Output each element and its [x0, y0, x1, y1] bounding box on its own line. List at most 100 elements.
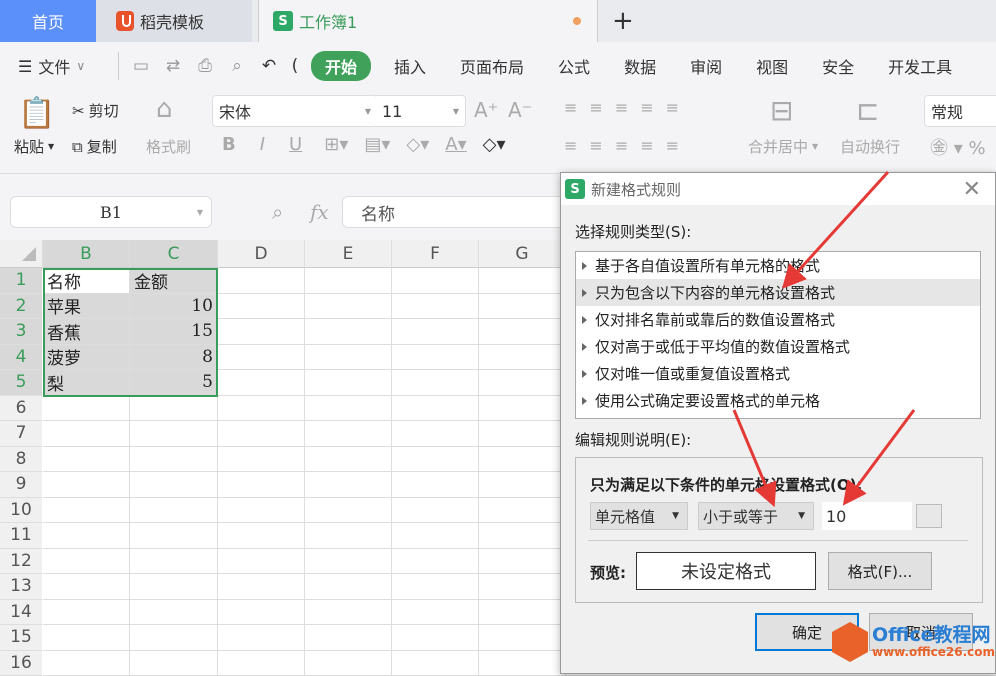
cell[interactable] — [305, 370, 392, 396]
cell[interactable] — [43, 472, 130, 498]
cell[interactable] — [479, 396, 566, 422]
cell[interactable] — [218, 651, 305, 676]
cell[interactable] — [43, 549, 130, 575]
cell[interactable] — [305, 600, 392, 626]
wrap-text-button[interactable]: 自动换行 — [840, 136, 900, 157]
cell[interactable] — [218, 549, 305, 575]
cell[interactable] — [130, 498, 218, 524]
cell[interactable] — [130, 472, 218, 498]
select-all-corner[interactable] — [0, 240, 43, 268]
cell[interactable] — [392, 319, 479, 345]
cell[interactable] — [479, 370, 566, 396]
cell[interactable]: 5 — [130, 370, 218, 396]
cell[interactable]: 15 — [130, 319, 218, 345]
rule-type-item[interactable]: 使用公式确定要设置格式的单元格 — [576, 387, 980, 414]
cell[interactable] — [218, 523, 305, 549]
fill-color-icon[interactable]: ◇▾ — [406, 134, 429, 155]
cell[interactable] — [305, 447, 392, 473]
row-header[interactable]: 8 — [0, 447, 42, 473]
close-icon[interactable]: ✕ — [963, 177, 981, 202]
print-preview-icon[interactable]: ⌕ — [226, 55, 248, 77]
cell[interactable] — [392, 651, 479, 676]
cell[interactable] — [305, 319, 392, 345]
print-icon[interactable]: ⎙ — [194, 55, 216, 77]
file-menu[interactable]: ☰ 文件 ∨ — [0, 54, 112, 78]
vertical-align-icons[interactable]: ≡≡≡≡≡ — [564, 98, 691, 117]
cell[interactable] — [305, 523, 392, 549]
cell[interactable] — [218, 268, 305, 294]
cell[interactable]: 10 — [130, 294, 218, 320]
row-header[interactable]: 7 — [0, 421, 42, 447]
cell[interactable] — [43, 523, 130, 549]
row-header[interactable]: 16 — [0, 651, 42, 676]
cell[interactable] — [392, 523, 479, 549]
zoom-lookup-icon[interactable]: ⌕ — [272, 200, 283, 224]
cell[interactable] — [43, 421, 130, 447]
condition-field-select[interactable]: 单元格值▼ — [590, 502, 688, 530]
rule-type-item[interactable]: 仅对排名靠前或靠后的数值设置格式 — [576, 306, 980, 333]
save-icon[interactable]: ▭ — [130, 55, 152, 77]
cell[interactable] — [392, 625, 479, 651]
cell[interactable] — [392, 345, 479, 371]
menu-review[interactable]: 审阅 — [690, 54, 722, 78]
cell[interactable] — [479, 651, 566, 676]
cell[interactable] — [43, 574, 130, 600]
format-button[interactable]: 格式(F)... — [828, 552, 932, 590]
bold-icon[interactable]: B — [222, 134, 236, 155]
row-header[interactable]: 9 — [0, 472, 42, 498]
condition-value-input[interactable]: 10 — [822, 502, 912, 530]
cell[interactable] — [392, 294, 479, 320]
cell[interactable] — [43, 625, 130, 651]
cell[interactable] — [43, 651, 130, 676]
menu-view[interactable]: 视图 — [756, 54, 788, 78]
cell[interactable] — [43, 498, 130, 524]
cell[interactable] — [43, 447, 130, 473]
row-header[interactable]: 5 — [0, 370, 42, 396]
cell[interactable] — [218, 421, 305, 447]
column-header-e[interactable]: E — [305, 240, 392, 268]
cell[interactable]: 苹果 — [43, 294, 130, 320]
cell[interactable] — [130, 396, 218, 422]
clear-format-icon[interactable]: ◇▾ — [483, 134, 506, 155]
cell[interactable] — [305, 294, 392, 320]
cell[interactable] — [130, 625, 218, 651]
cell[interactable] — [392, 447, 479, 473]
cell[interactable] — [479, 268, 566, 294]
cell[interactable]: 香蕉 — [43, 319, 130, 345]
row-header[interactable]: 12 — [0, 549, 42, 575]
menu-formulas[interactable]: 公式 — [558, 54, 590, 78]
cell[interactable] — [392, 472, 479, 498]
cell[interactable] — [305, 472, 392, 498]
column-header-f[interactable]: F — [392, 240, 479, 268]
undo-icon[interactable]: ↶ — [258, 55, 280, 77]
paste-button[interactable]: 粘贴▼ — [14, 136, 54, 157]
rule-type-item[interactable]: 仅对高于或低于平均值的数值设置格式 — [576, 333, 980, 360]
cell[interactable] — [392, 600, 479, 626]
cell[interactable] — [218, 294, 305, 320]
italic-icon[interactable]: I — [260, 134, 265, 155]
fx-icon[interactable]: fx — [310, 200, 329, 224]
cell[interactable] — [218, 600, 305, 626]
cell[interactable] — [305, 421, 392, 447]
cell[interactable] — [392, 549, 479, 575]
cell[interactable] — [392, 396, 479, 422]
cell[interactable] — [305, 651, 392, 676]
rule-type-item[interactable]: 仅对唯一值或重复值设置格式 — [576, 360, 980, 387]
menu-start[interactable]: 开始 — [311, 51, 371, 81]
cell[interactable] — [218, 498, 305, 524]
cell[interactable] — [218, 319, 305, 345]
row-header[interactable]: 1 — [0, 268, 42, 294]
column-header-g[interactable]: G — [479, 240, 566, 268]
menu-data[interactable]: 数据 — [624, 54, 656, 78]
font-name-select[interactable]: 宋体▼ — [212, 95, 378, 127]
cell[interactable] — [130, 549, 218, 575]
cell[interactable] — [305, 574, 392, 600]
condition-operator-select[interactable]: 小于或等于▼ — [698, 502, 814, 530]
cell[interactable] — [218, 625, 305, 651]
cell[interactable] — [392, 421, 479, 447]
cell[interactable]: 金额 — [130, 268, 218, 294]
name-box[interactable]: B1▼ — [10, 196, 212, 228]
cell[interactable] — [218, 396, 305, 422]
row-header[interactable]: 15 — [0, 625, 42, 651]
cell[interactable] — [479, 498, 566, 524]
